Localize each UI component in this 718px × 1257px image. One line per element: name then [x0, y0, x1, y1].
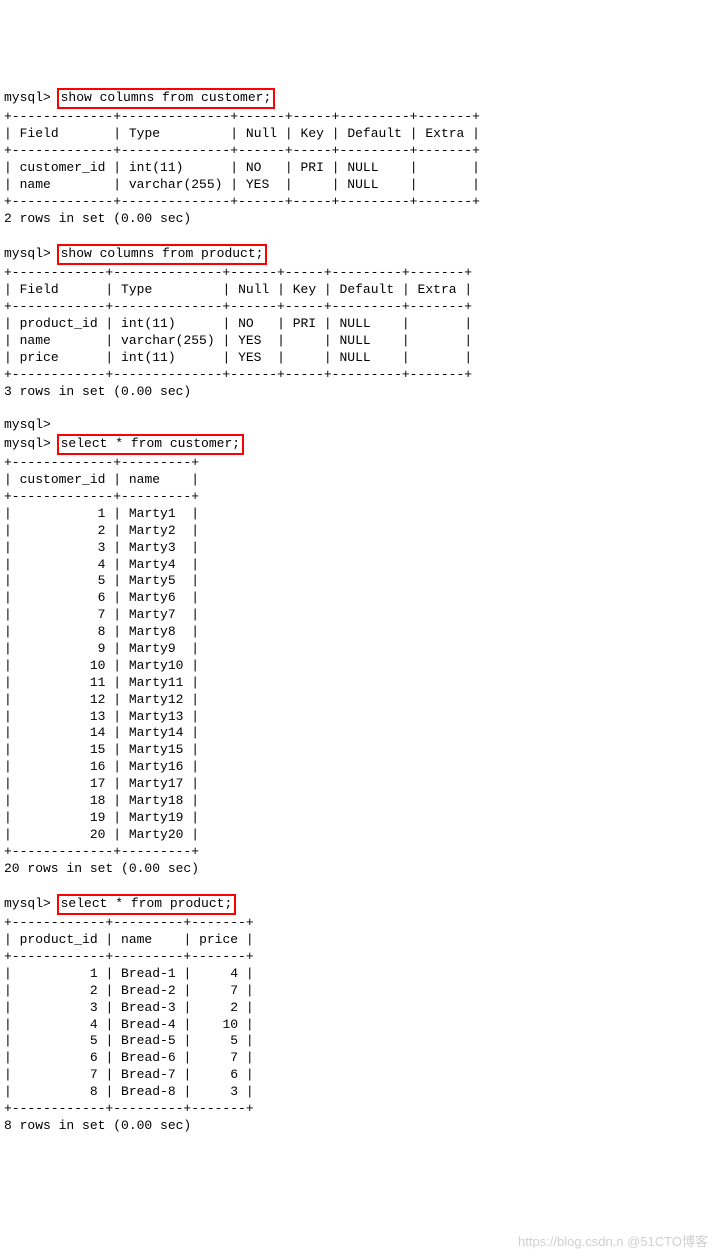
table-row: | 12 | Marty12 | — [4, 692, 199, 707]
table-border: +------------+---------+-------+ — [4, 915, 254, 930]
prompt: mysql> — [4, 436, 51, 451]
terminal-output: mysql> show columns from customer; +----… — [4, 72, 714, 1135]
table-row: | 4 | Marty4 | — [4, 557, 199, 572]
result-footer: 20 rows in set (0.00 sec) — [4, 861, 199, 876]
table-row: | 8 | Marty8 | — [4, 624, 199, 639]
table-row: | 3 | Bread-3 | 2 | — [4, 1000, 254, 1015]
table-row: | 2 | Marty2 | — [4, 523, 199, 538]
table-border: +-------------+---------+ — [4, 489, 199, 504]
table-header-row: | Field | Type | Null | Key | Default | … — [4, 282, 472, 297]
table-border: +-------------+---------+ — [4, 844, 199, 859]
table-row: | 20 | Marty20 | — [4, 827, 199, 842]
table-row: | 7 | Bread-7 | 6 | — [4, 1067, 254, 1082]
table-border: +-------------+--------------+------+---… — [4, 194, 480, 209]
table-row: | 17 | Marty17 | — [4, 776, 199, 791]
table-border: +-------------+--------------+------+---… — [4, 143, 480, 158]
table-row: | 9 | Marty9 | — [4, 641, 199, 656]
table-row: | price | int(11) | YES | | NULL | | — [4, 350, 472, 365]
table-row: | 6 | Marty6 | — [4, 590, 199, 605]
table-row: | 18 | Marty18 | — [4, 793, 199, 808]
result-footer: 2 rows in set (0.00 sec) — [4, 211, 191, 226]
table-row: | 5 | Bread-5 | 5 | — [4, 1033, 254, 1048]
sql-command-select-product: select * from product; — [57, 894, 237, 915]
table-row: | 7 | Marty7 | — [4, 607, 199, 622]
table-row: | 4 | Bread-4 | 10 | — [4, 1017, 254, 1032]
result-footer: 8 rows in set (0.00 sec) — [4, 1118, 191, 1133]
table-row: | 5 | Marty5 | — [4, 573, 199, 588]
table-border: +------------+--------------+------+----… — [4, 265, 472, 280]
table-border: +-------------+---------+ — [4, 455, 199, 470]
table-row: | 15 | Marty15 | — [4, 742, 199, 757]
table-row: | 1 | Marty1 | — [4, 506, 199, 521]
prompt: mysql> — [4, 417, 51, 432]
table-border: +------------+--------------+------+----… — [4, 299, 472, 314]
table-row: | 13 | Marty13 | — [4, 709, 199, 724]
table-row: | 16 | Marty16 | — [4, 759, 199, 774]
table-row: | 10 | Marty10 | — [4, 658, 199, 673]
table-row: | 11 | Marty11 | — [4, 675, 199, 690]
table-row: | customer_id | int(11) | NO | PRI | NUL… — [4, 160, 480, 175]
sql-command-show-columns-product: show columns from product; — [57, 244, 268, 265]
table-row: | 1 | Bread-1 | 4 | — [4, 966, 254, 981]
prompt: mysql> — [4, 896, 51, 911]
table-header-row: | Field | Type | Null | Key | Default | … — [4, 126, 480, 141]
table-row: | 19 | Marty19 | — [4, 810, 199, 825]
sql-command-select-customer: select * from customer; — [57, 434, 244, 455]
table-row: | 2 | Bread-2 | 7 | — [4, 983, 254, 998]
table-border: +------------+---------+-------+ — [4, 1101, 254, 1116]
table-row: | name | varchar(255) | YES | | NULL | | — [4, 177, 480, 192]
table-row: | 3 | Marty3 | — [4, 540, 199, 555]
prompt: mysql> — [4, 90, 51, 105]
table-row: | product_id | int(11) | NO | PRI | NULL… — [4, 316, 472, 331]
prompt: mysql> — [4, 246, 51, 261]
result-footer: 3 rows in set (0.00 sec) — [4, 384, 191, 399]
sql-command-show-columns-customer: show columns from customer; — [57, 88, 276, 109]
table-header-row: | product_id | name | price | — [4, 932, 254, 947]
table-border: +------------+---------+-------+ — [4, 949, 254, 964]
table-row: | name | varchar(255) | YES | | NULL | | — [4, 333, 472, 348]
table-border: +-------------+--------------+------+---… — [4, 109, 480, 124]
watermark: https://blog.csdn.n @51CTO博客 — [518, 1234, 708, 1251]
table-row: | 14 | Marty14 | — [4, 725, 199, 740]
table-row: | 6 | Bread-6 | 7 | — [4, 1050, 254, 1065]
table-header-row: | customer_id | name | — [4, 472, 199, 487]
table-row: | 8 | Bread-8 | 3 | — [4, 1084, 254, 1099]
table-border: +------------+--------------+------+----… — [4, 367, 472, 382]
